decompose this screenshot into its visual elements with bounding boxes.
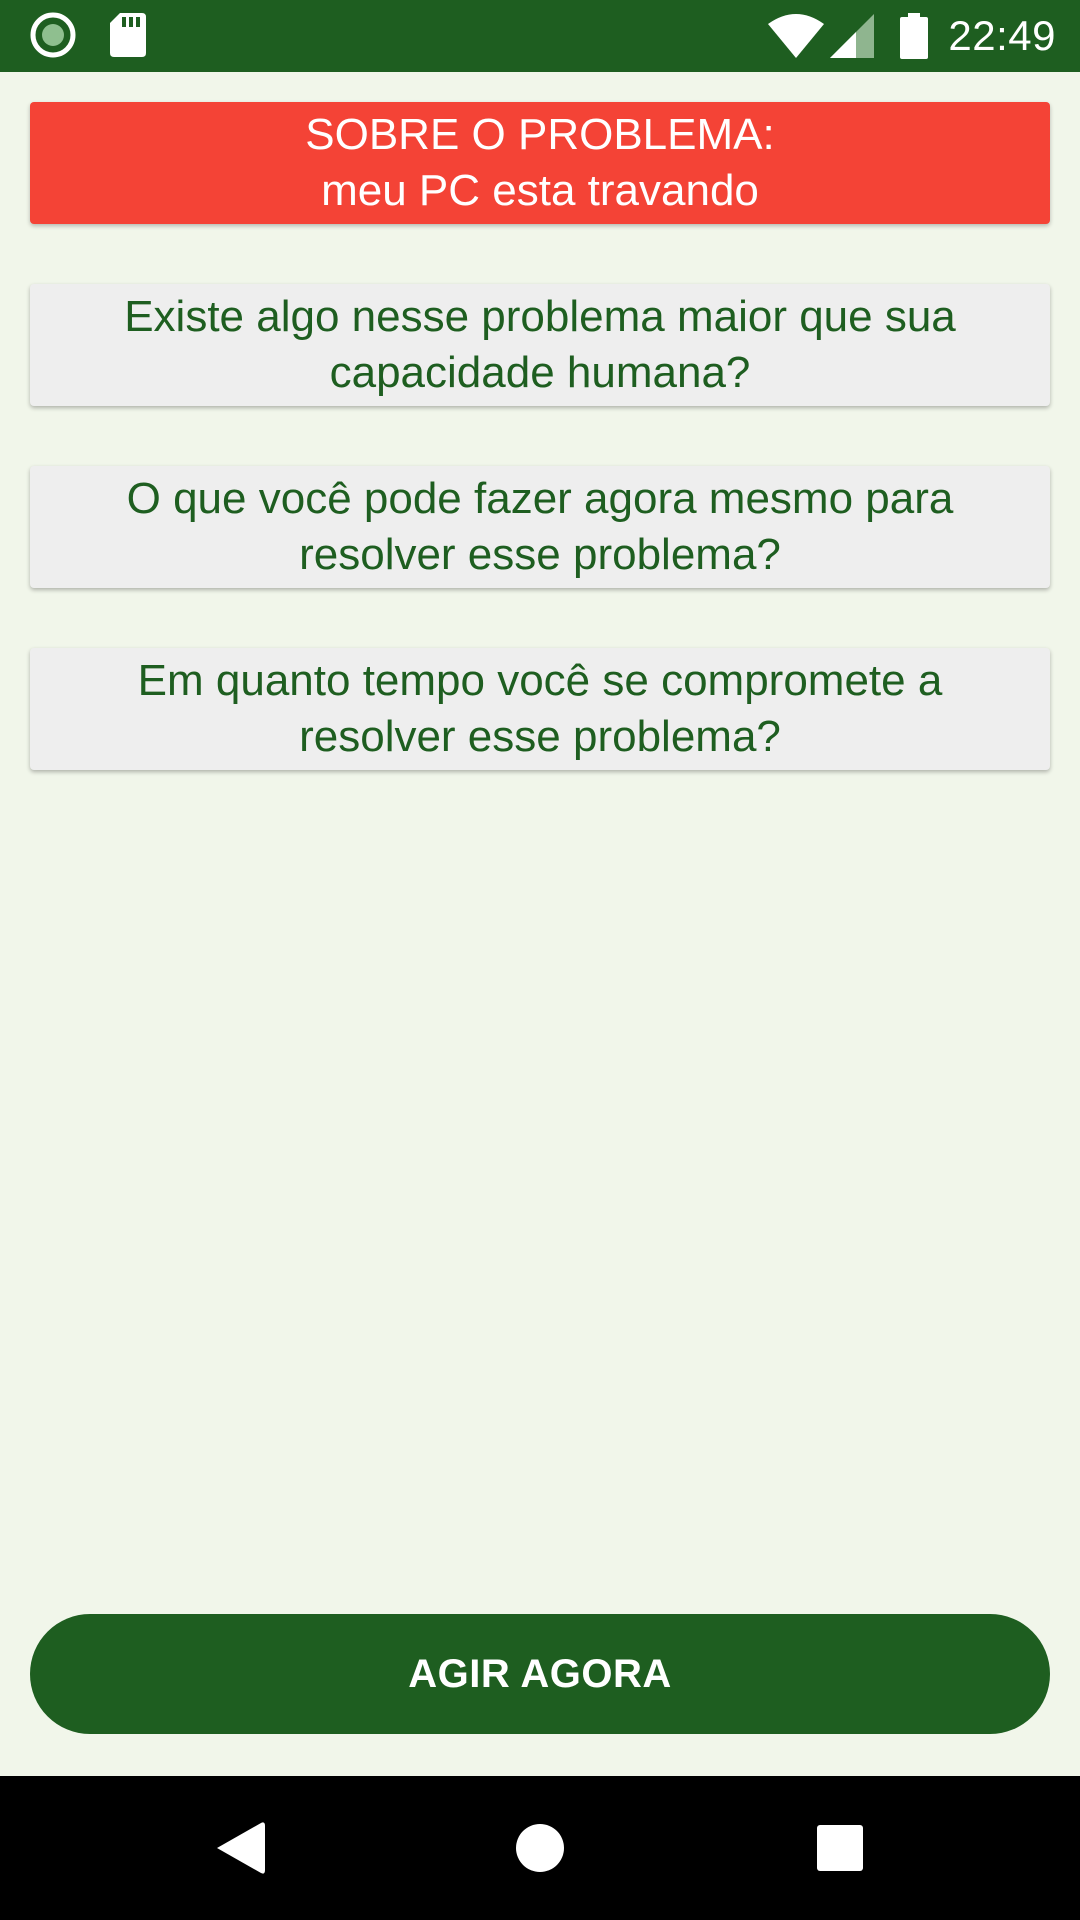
recents-icon xyxy=(817,1825,863,1871)
status-right-icons: 22:49 xyxy=(768,8,1056,64)
navigation-bar xyxy=(0,1776,1080,1920)
wifi-icon xyxy=(768,14,825,58)
act-now-label: AGIR AGORA xyxy=(408,1651,672,1696)
main-content: SOBRE O PROBLEMA: meu PC esta travando E… xyxy=(0,72,1080,1776)
status-left-icons xyxy=(30,12,146,58)
problem-heading: SOBRE O PROBLEMA: xyxy=(305,110,775,159)
recents-button[interactable] xyxy=(804,1812,876,1884)
act-now-button[interactable]: AGIR AGORA xyxy=(30,1614,1050,1734)
question-button-deadline[interactable]: Em quanto tempo você se compromete a res… xyxy=(30,648,1050,770)
cell-signal-icon xyxy=(830,14,875,58)
sd-card-icon xyxy=(110,13,146,57)
question-label: Existe algo nesse problema maior que sua… xyxy=(124,292,956,397)
home-icon xyxy=(515,1823,565,1873)
problem-description: meu PC esta travando xyxy=(321,166,759,215)
battery-icon xyxy=(900,13,929,59)
back-icon xyxy=(215,1821,265,1875)
question-button-capacity[interactable]: Existe algo nesse problema maior que sua… xyxy=(30,284,1050,406)
record-icon xyxy=(30,12,76,58)
home-button[interactable] xyxy=(504,1812,576,1884)
question-button-action-now[interactable]: O que você pode fazer agora mesmo para r… xyxy=(30,466,1050,588)
question-label: O que você pode fazer agora mesmo para r… xyxy=(126,474,954,579)
status-bar: 22:49 xyxy=(0,0,1080,72)
status-time: 22:49 xyxy=(948,12,1056,59)
question-label: Em quanto tempo você se compromete a res… xyxy=(137,656,943,761)
problem-banner: SOBRE O PROBLEMA: meu PC esta travando xyxy=(30,102,1050,224)
back-button[interactable] xyxy=(204,1812,276,1884)
